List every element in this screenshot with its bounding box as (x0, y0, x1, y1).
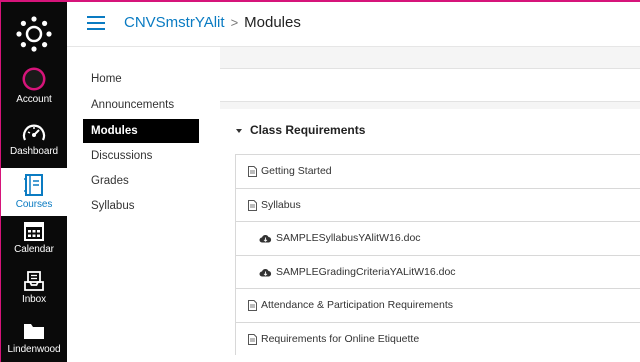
module-item-title[interactable]: Attendance & Participation Requirements (261, 299, 453, 311)
gnav-inbox-label: Inbox (22, 294, 46, 305)
gnav-account[interactable]: Account (1, 66, 67, 114)
module-title: Class Requirements (250, 123, 366, 137)
breadcrumb-current: Modules (244, 14, 301, 31)
gnav-dashboard[interactable]: Dashboard (1, 122, 67, 170)
gnav-calendar[interactable]: Calendar (1, 220, 67, 268)
module-item-title[interactable]: Getting Started (261, 165, 332, 177)
module-item-syllabus-file[interactable]: SAMPLESyllabusYAlitW16.doc (236, 221, 640, 255)
folder-icon (24, 324, 44, 339)
module-item-title[interactable]: Syllabus (261, 199, 301, 211)
course-nav-home[interactable]: Home (83, 67, 199, 91)
page-header: CNVSmstrYAlit > Modules (67, 2, 640, 47)
hamburger-menu-icon[interactable] (87, 16, 105, 30)
module-item-title[interactable]: SAMPLEGradingCriteriaYALitW16.doc (276, 266, 456, 278)
course-nav-announcements[interactable]: Announcements (83, 93, 199, 117)
course-nav-grades[interactable]: Grades (83, 169, 199, 193)
gnav-lindenwood-label: Lindenwood (7, 344, 61, 355)
gnav-lindenwood[interactable]: Lindenwood (1, 320, 67, 362)
course-nav-discussions[interactable]: Discussions (83, 144, 199, 168)
account-avatar-icon (22, 67, 46, 91)
cloud-download-icon (259, 268, 272, 276)
page-icon (248, 199, 257, 211)
cloud-download-icon (259, 235, 272, 243)
gnav-inbox[interactable]: Inbox (1, 270, 67, 318)
course-nav-modules[interactable]: Modules (83, 119, 199, 143)
course-nav-syllabus[interactable]: Syllabus (83, 194, 199, 218)
gnav-courses[interactable]: Courses (1, 168, 67, 216)
dashboard-icon (22, 124, 46, 141)
module-item-title[interactable]: SAMPLESyllabusYAlitW16.doc (276, 232, 421, 244)
breadcrumb-course-link[interactable]: CNVSmstrYAlit (124, 14, 225, 31)
gnav-calendar-label: Calendar (14, 244, 54, 255)
gnav-dashboard-label: Dashboard (9, 146, 59, 157)
module-item-getting-started[interactable]: Getting Started (236, 154, 640, 188)
module-class-requirements: Class Requirements Getting Started Sylla… (220, 109, 640, 362)
page-icon (248, 166, 257, 177)
module-item-etiquette[interactable]: Requirements for Online Etiquette (236, 321, 640, 355)
module-item-attendance[interactable]: Attendance & Participation Requirements (236, 288, 640, 322)
modules-toolbar (220, 68, 640, 102)
app-frame: Account Dashboard Courses Calendar Inbox… (0, 0, 640, 362)
module-item-grading-file[interactable]: SAMPLEGradingCriteriaYALitW16.doc (236, 254, 640, 288)
breadcrumb-separator: > (230, 15, 239, 30)
module-items-list: Getting Started Syllabus SAMPLESyllabusY… (235, 154, 640, 355)
modules-content: Class Requirements Getting Started Sylla… (220, 47, 640, 362)
module-item-syllabus[interactable]: Syllabus (236, 187, 640, 221)
gnav-courses-label: Courses (15, 199, 53, 210)
course-nav: Home Announcements Modules Discussions G… (67, 47, 220, 362)
calendar-icon (24, 222, 44, 241)
collapse-caret-icon[interactable] (236, 128, 242, 133)
global-nav: Account Dashboard Courses Calendar Inbox… (1, 2, 67, 362)
inbox-icon (24, 271, 44, 291)
module-item-title[interactable]: Requirements for Online Etiquette (261, 333, 419, 345)
courses-icon (24, 174, 43, 196)
page-icon (248, 300, 257, 311)
module-header[interactable]: Class Requirements (236, 123, 365, 137)
page-icon (248, 333, 257, 345)
canvas-logo-icon[interactable] (14, 14, 54, 54)
breadcrumb: CNVSmstrYAlit > Modules (124, 14, 301, 31)
gnav-account-label: Account (16, 94, 52, 105)
